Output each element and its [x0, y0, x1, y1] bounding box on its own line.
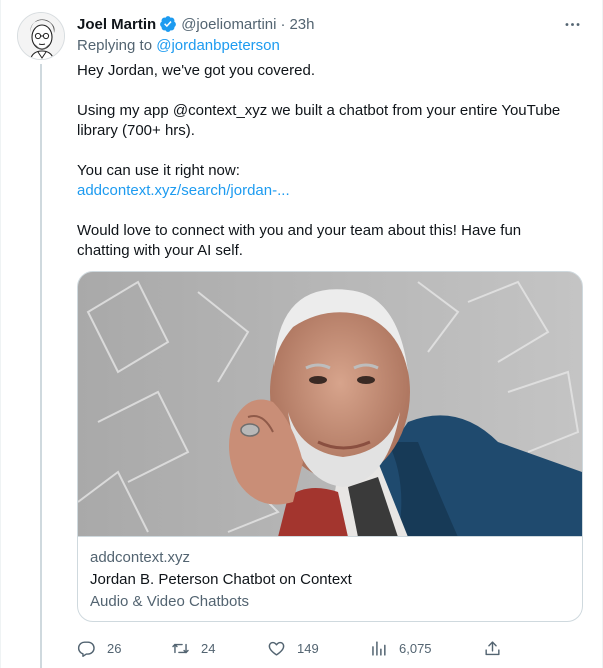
retweet-count: 24 [201, 640, 216, 656]
card-image[interactable] [78, 272, 582, 537]
portrait-photo [78, 272, 582, 536]
avatar-sketch-icon [18, 13, 64, 59]
reply-icon [77, 639, 96, 658]
tweet-line: library (700+ hrs). [77, 122, 195, 139]
like-button[interactable]: 149 [267, 636, 319, 660]
thread-line [40, 64, 42, 668]
link-preview-card[interactable]: addcontext.xyz Jordan B. Peterson Chatbo… [77, 271, 583, 622]
share-icon [483, 639, 502, 658]
tweet-timestamp[interactable]: 23h [289, 16, 314, 33]
author-avatar[interactable] [17, 12, 65, 60]
separator-dot: · [280, 15, 286, 33]
author-name[interactable]: Joel Martin [77, 16, 156, 33]
tweet-line: Would love to connect with you and your … [77, 222, 522, 239]
tweet-line: chatting with your AI self. [77, 242, 243, 259]
tweet-link[interactable]: addcontext.xyz/search/jordan-... [77, 181, 577, 201]
tweet-actions: 26 24 149 6,075 [77, 636, 507, 660]
reply-count: 26 [107, 640, 122, 656]
tweet-header: Joel Martin @joeliomartini · 23h [77, 13, 314, 35]
like-count: 149 [297, 640, 319, 656]
views-icon [369, 639, 388, 658]
replying-handle-link[interactable]: @jordanbpeterson [156, 37, 280, 54]
left-border [0, 0, 1, 668]
tweet-body: Hey Jordan, we've got you covered. Using… [77, 61, 577, 261]
like-icon [267, 639, 286, 658]
tweet-line: You can use it right now: [77, 162, 240, 179]
verified-badge-icon [159, 15, 177, 33]
replying-prefix: Replying to [77, 37, 153, 54]
card-domain: addcontext.xyz [90, 549, 191, 566]
tweet-line: Hey Jordan, we've got you covered. [77, 62, 315, 79]
tweet-line: Using my app @context_xyz we built a cha… [77, 102, 561, 119]
retweet-icon [171, 639, 190, 658]
card-description: Audio & Video Chatbots [90, 593, 250, 610]
replying-to: Replying to @jordanbpeterson [77, 37, 280, 54]
views-count: 6,075 [399, 640, 432, 656]
reply-button[interactable]: 26 [77, 636, 121, 660]
share-button[interactable] [483, 636, 502, 660]
more-options-icon[interactable] [561, 13, 583, 35]
card-meta: addcontext.xyz Jordan B. Peterson Chatbo… [90, 547, 352, 613]
card-title[interactable]: Jordan B. Peterson Chatbot on Context [90, 569, 352, 591]
views-button[interactable]: 6,075 [369, 636, 432, 660]
author-handle[interactable]: @joeliomartini [181, 16, 276, 33]
retweet-button[interactable]: 24 [171, 636, 215, 660]
